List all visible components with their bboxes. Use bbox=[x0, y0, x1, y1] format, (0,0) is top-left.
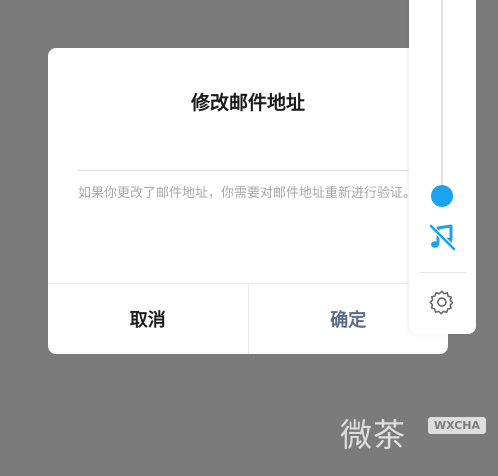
volume-slider-knob[interactable] bbox=[431, 185, 453, 207]
change-email-dialog: 修改邮件地址 如果你更改了邮件地址，你需要对邮件地址重新进行验证。 取消 确定 bbox=[48, 48, 448, 354]
watermark-chars: 微茶 bbox=[340, 416, 407, 454]
volume-slider-track[interactable] bbox=[441, 0, 443, 188]
cancel-button[interactable]: 取消 bbox=[48, 284, 249, 354]
gear-icon[interactable] bbox=[429, 289, 455, 315]
email-field[interactable] bbox=[78, 134, 418, 171]
panel-divider bbox=[419, 272, 466, 273]
music-off-icon[interactable] bbox=[427, 222, 457, 252]
watermark: 微茶 WXCHA bbox=[340, 410, 490, 454]
dialog-title: 修改邮件地址 bbox=[190, 92, 305, 114]
watermark-badge: WXCHA bbox=[428, 417, 487, 434]
dialog-buttons: 取消 确定 bbox=[48, 283, 448, 354]
side-panel bbox=[409, 0, 476, 334]
hint-text: 如果你更改了邮件地址，你需要对邮件地址重新进行验证。 bbox=[78, 186, 417, 201]
